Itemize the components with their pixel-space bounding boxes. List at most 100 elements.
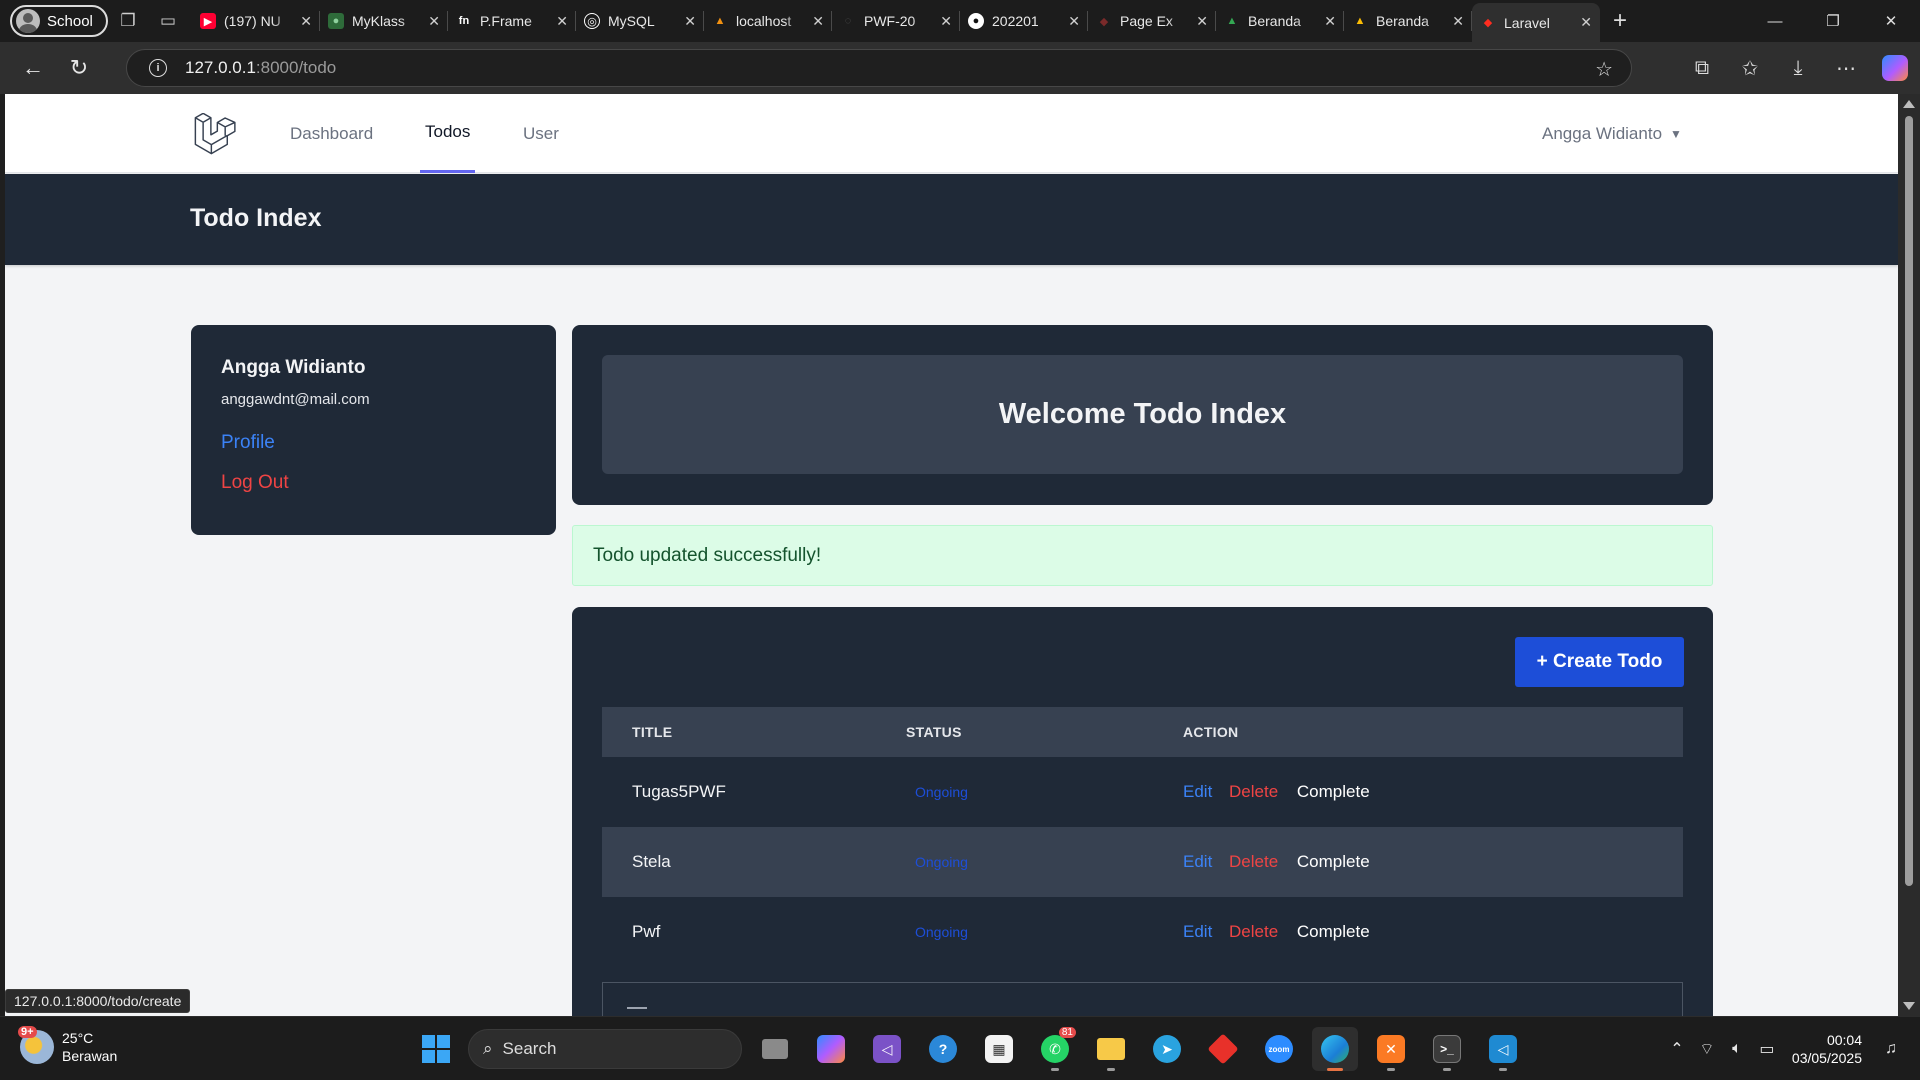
github-icon: ●: [968, 13, 984, 29]
tab-beranda-1[interactable]: ▲ Beranda ✕: [1216, 3, 1344, 39]
tab-localhost[interactable]: ▲ localhost ✕: [704, 3, 832, 39]
close-icon[interactable]: ✕: [1324, 13, 1336, 30]
notification-bell-icon[interactable]: ♫: [1876, 1040, 1906, 1058]
url-path: :8000/todo: [255, 58, 337, 77]
tab-page-expired[interactable]: ◆ Page Ex ✕: [1088, 3, 1216, 39]
tab-pwf[interactable]: ◌ PWF-20 ✕: [832, 3, 960, 39]
page-scrollbar[interactable]: [1898, 94, 1920, 1016]
scroll-down-icon[interactable]: [1903, 1002, 1915, 1010]
favorite-star-icon[interactable]: ☆: [1595, 57, 1613, 82]
tab-label: Page Ex: [1120, 13, 1173, 29]
tab-pframe[interactable]: fn P.Frame ✕: [448, 3, 576, 39]
edit-link[interactable]: Edit: [1183, 782, 1212, 801]
extensions-icon[interactable]: ⧉: [1678, 48, 1726, 88]
help-icon[interactable]: ?: [920, 1027, 966, 1071]
task-view-icon[interactable]: [752, 1027, 798, 1071]
close-icon[interactable]: ✕: [1068, 13, 1080, 30]
address-url[interactable]: 127.0.0.1:8000/todo: [185, 58, 336, 78]
copilot-icon[interactable]: [1882, 55, 1908, 81]
visual-studio-icon[interactable]: ◁: [864, 1027, 910, 1071]
address-bar[interactable]: i 127.0.0.1:8000/todo ☆: [126, 49, 1632, 87]
delete-link[interactable]: Delete: [1229, 782, 1278, 801]
restore-icon[interactable]: ❐: [1804, 0, 1862, 42]
nav-todos[interactable]: Todos: [420, 94, 476, 173]
user-dropdown[interactable]: Angga Widianto ▼: [1542, 94, 1682, 173]
tab-beranda-2[interactable]: ▲ Beranda ✕: [1344, 3, 1472, 39]
myklass-icon: ●: [328, 13, 344, 29]
system-clock[interactable]: 00:04 03/05/2025: [1792, 1031, 1862, 1067]
google-drive-icon: ▲: [1226, 15, 1238, 27]
complete-link[interactable]: Complete: [1297, 852, 1370, 871]
windows-start-icon[interactable]: [414, 1027, 458, 1071]
youtube-icon: ▶: [200, 13, 216, 29]
welcome-card: Welcome Todo Index: [572, 325, 1713, 505]
new-tab-button[interactable]: +: [1600, 3, 1640, 39]
checkbox-icon[interactable]: [627, 1007, 647, 1009]
xampp-icon[interactable]: ✕: [1368, 1027, 1414, 1071]
delete-link[interactable]: Delete: [1229, 852, 1278, 871]
create-todo-button[interactable]: + Create Todo: [1515, 637, 1684, 687]
chevron-up-icon[interactable]: ⌃: [1662, 1039, 1692, 1059]
back-arrow-icon[interactable]: ←: [10, 48, 56, 88]
vscode-icon[interactable]: ◁: [1480, 1027, 1526, 1071]
volume-icon[interactable]: 🔈︎: [1722, 1040, 1752, 1058]
tab-actions-icon[interactable]: ▭: [148, 5, 188, 37]
toolbar-actions: ⧉ ✩ ⤓ ⋯: [1678, 42, 1920, 94]
scrollbar-thumb[interactable]: [1905, 116, 1913, 886]
todo-table: Title Status Action Tugas5PWF Ongoing Ed…: [602, 707, 1683, 967]
edit-link[interactable]: Edit: [1183, 922, 1212, 941]
edge-browser-icon[interactable]: [1312, 1027, 1358, 1071]
nav-dashboard[interactable]: Dashboard: [290, 94, 373, 173]
google-drive-icon: ▲: [1354, 15, 1366, 27]
profile-link[interactable]: Profile: [221, 432, 275, 454]
laravel-logo-icon[interactable]: [194, 113, 236, 155]
downloads-icon[interactable]: ⤓: [1774, 48, 1822, 88]
profile-button[interactable]: School: [10, 5, 108, 37]
tab-laravel-active[interactable]: ◆ Laravel ✕: [1472, 3, 1600, 42]
tab-myklass[interactable]: ● MyKlass ✕: [320, 3, 448, 39]
close-icon[interactable]: ✕: [684, 13, 696, 30]
tab-mysql[interactable]: ◎ MySQL ✕: [576, 3, 704, 39]
todo-title: Tugas5PWF: [632, 782, 726, 801]
close-icon[interactable]: ✕: [1196, 13, 1208, 30]
copilot-app-icon[interactable]: [808, 1027, 854, 1071]
close-icon[interactable]: ✕: [556, 13, 568, 30]
complete-link[interactable]: Complete: [1297, 782, 1370, 801]
tab-label: MyKlass: [352, 13, 405, 29]
browser-toolbar: ← ↻ i 127.0.0.1:8000/todo ☆ ⧉ ✩ ⤓ ⋯: [0, 42, 1920, 94]
table-footer: [602, 982, 1683, 1016]
complete-link[interactable]: Complete: [1297, 922, 1370, 941]
telegram-icon[interactable]: ➤: [1144, 1027, 1190, 1071]
close-icon[interactable]: ✕: [940, 13, 952, 30]
site-info-icon[interactable]: i: [149, 59, 167, 77]
close-window-icon[interactable]: ✕: [1862, 0, 1920, 42]
workspaces-icon[interactable]: ❐: [108, 5, 148, 37]
minimize-icon[interactable]: —: [1746, 0, 1804, 42]
delete-link[interactable]: Delete: [1229, 922, 1278, 941]
close-icon[interactable]: ✕: [300, 13, 312, 30]
more-menu-icon[interactable]: ⋯: [1822, 48, 1870, 88]
microsoft-store-icon[interactable]: ▦: [976, 1027, 1022, 1071]
battery-icon[interactable]: ▭: [1752, 1039, 1782, 1059]
zoom-icon[interactable]: zoom: [1256, 1027, 1302, 1071]
terminal-icon[interactable]: >_: [1424, 1027, 1470, 1071]
favorites-icon[interactable]: ✩: [1726, 48, 1774, 88]
tab-github[interactable]: ● 202201 ✕: [960, 3, 1088, 39]
logout-link[interactable]: Log Out: [221, 472, 289, 494]
tab-youtube[interactable]: ▶ (197) NU ✕: [192, 3, 320, 39]
close-icon[interactable]: ✕: [812, 13, 824, 30]
nav-user[interactable]: User: [523, 94, 559, 173]
wifi-icon[interactable]: ⌔: [1692, 1039, 1722, 1059]
refresh-icon[interactable]: ↻: [56, 48, 102, 88]
file-explorer-icon[interactable]: [1088, 1027, 1134, 1071]
edit-link[interactable]: Edit: [1183, 852, 1212, 871]
scroll-up-icon[interactable]: [1903, 100, 1915, 108]
close-icon[interactable]: ✕: [1580, 14, 1592, 31]
taskbar-search[interactable]: ⌕ Search: [468, 1029, 742, 1069]
weather-widget[interactable]: 9+ 25°C Berawan: [18, 1026, 117, 1065]
table-row: Tugas5PWF Ongoing Edit Delete Complete: [602, 757, 1683, 827]
git-icon[interactable]: [1200, 1027, 1246, 1071]
close-icon[interactable]: ✕: [428, 13, 440, 30]
close-icon[interactable]: ✕: [1452, 13, 1464, 30]
whatsapp-icon[interactable]: ✆ 81: [1032, 1027, 1078, 1071]
